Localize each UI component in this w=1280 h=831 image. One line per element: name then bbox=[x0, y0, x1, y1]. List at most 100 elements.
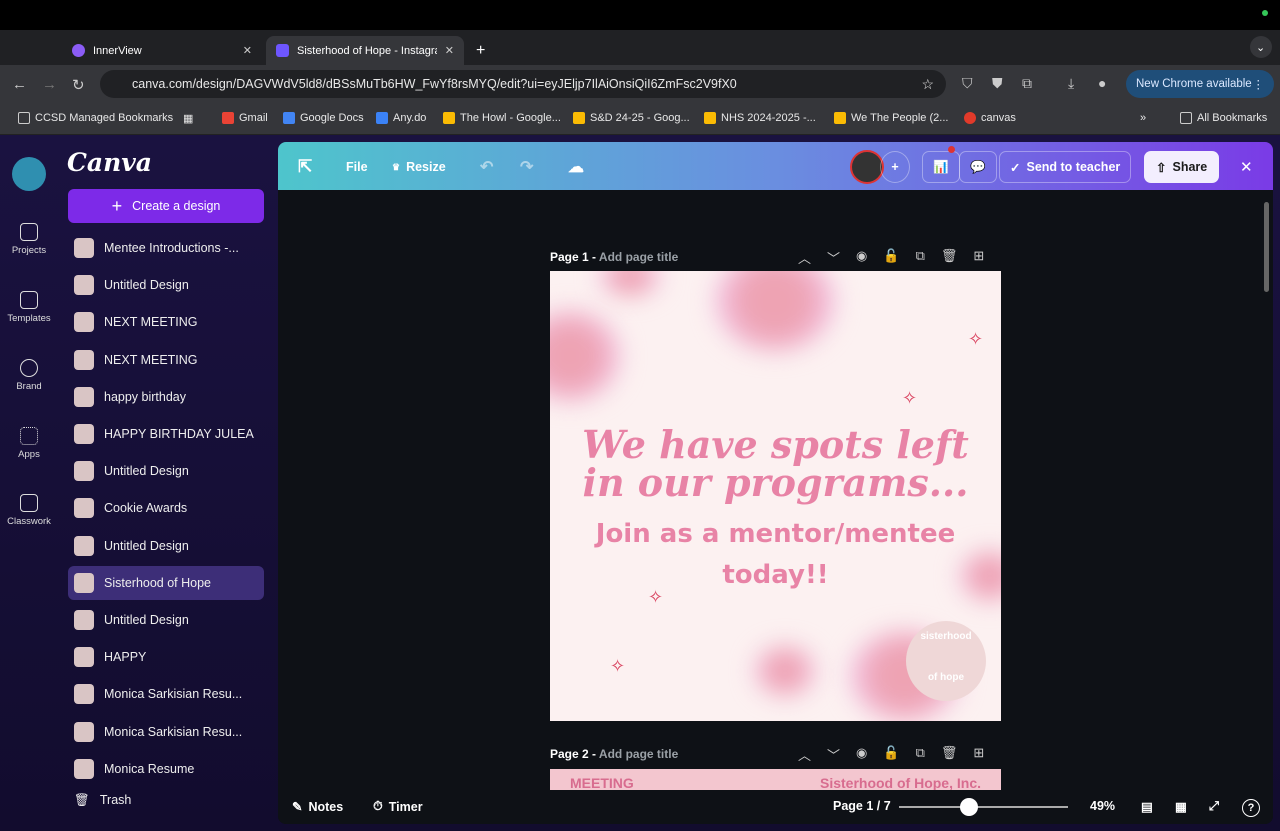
zoom-slider-handle[interactable] bbox=[960, 798, 978, 816]
zoom-level[interactable]: 49% bbox=[1090, 799, 1115, 813]
notes-button[interactable]: ✎ Notes bbox=[292, 799, 343, 815]
delete-icon[interactable]: 🗑 bbox=[941, 745, 958, 764]
design-thumbnail bbox=[74, 461, 94, 482]
more-bookmarks-icon[interactable]: » bbox=[1140, 112, 1146, 124]
more-menu-icon[interactable]: ⋮ bbox=[1253, 77, 1265, 91]
design-list-item[interactable]: Untitled Design bbox=[68, 268, 264, 302]
grid-view-icon[interactable]: ▤ bbox=[1141, 799, 1153, 814]
move-down-icon[interactable]: ﹀ bbox=[827, 248, 840, 267]
add-page-icon[interactable]: ⊞ bbox=[973, 745, 984, 764]
move-up-icon[interactable]: ︿ bbox=[798, 248, 811, 267]
brave-shield-icon[interactable]: ⛊ bbox=[992, 75, 1003, 92]
design-list-item[interactable]: Untitled Design bbox=[68, 603, 264, 637]
send-to-teacher-button[interactable]: ✓ Send to teacher bbox=[999, 151, 1132, 183]
bookmark-ccsd[interactable]: CCSD Managed Bookmarks bbox=[18, 112, 173, 124]
duplicate-icon[interactable]: ⧉ bbox=[916, 248, 925, 267]
delete-icon[interactable]: 🗑 bbox=[941, 248, 958, 267]
collaborator-avatar[interactable] bbox=[850, 150, 884, 184]
bookmark-nhs[interactable]: NHS 2024-2025 -... bbox=[704, 112, 816, 124]
tab-search-chevron-icon[interactable]: ⌄ bbox=[1250, 36, 1272, 58]
bookmark-anydo[interactable]: Any.do bbox=[376, 112, 426, 124]
bookmark-gmail[interactable]: Gmail bbox=[222, 112, 268, 124]
comment-icon[interactable]: 💬 bbox=[959, 151, 997, 183]
design-title: HAPPY BIRTHDAY JULEA bbox=[104, 427, 254, 441]
help-icon[interactable]: ? bbox=[1242, 799, 1260, 817]
open-external-icon[interactable]: ⇱ bbox=[298, 151, 312, 183]
new-chrome-button[interactable]: New Chrome available ⋮ bbox=[1126, 70, 1274, 98]
design-list-item[interactable]: HAPPY bbox=[68, 640, 264, 674]
add-page-icon[interactable]: ⊞ bbox=[973, 248, 984, 267]
rail-templates[interactable]: Templates bbox=[0, 291, 58, 324]
profile-avatar[interactable]: ● bbox=[1098, 75, 1106, 91]
canva-logo[interactable]: Canva bbox=[67, 148, 152, 177]
file-menu[interactable]: File bbox=[346, 151, 368, 183]
close-tab-icon[interactable]: ✕ bbox=[445, 44, 454, 57]
all-bookmarks[interactable]: All Bookmarks bbox=[1180, 112, 1267, 124]
page-1-title[interactable]: Page 1 - Add page title bbox=[550, 250, 678, 264]
fullscreen-icon[interactable]: ⤢ bbox=[1209, 799, 1219, 814]
apps-grid-icon[interactable]: ▦ bbox=[183, 112, 193, 125]
lock-icon[interactable]: 🔓 bbox=[883, 745, 899, 764]
resize-button[interactable]: ♛ Resize bbox=[392, 151, 446, 183]
new-tab-button[interactable]: + bbox=[466, 36, 495, 65]
hide-icon[interactable]: ◉ bbox=[856, 248, 867, 267]
page-indicator[interactable]: Page 1 / 7 bbox=[833, 799, 891, 813]
bookmark-we-the-people[interactable]: We The People (2... bbox=[834, 112, 948, 124]
lock-icon[interactable]: 🔓 bbox=[883, 248, 899, 267]
design-list-item[interactable]: Monica Sarkisian Resu... bbox=[68, 677, 264, 711]
rail-apps[interactable]: Apps bbox=[0, 427, 58, 460]
back-icon[interactable]: ← bbox=[12, 76, 27, 93]
design-list-item[interactable]: Monica Resume bbox=[68, 752, 264, 786]
trash-item[interactable]: 🗑 Trash bbox=[68, 783, 264, 817]
rail-classwork[interactable]: Classwork bbox=[0, 494, 58, 527]
share-button[interactable]: ⇧ Share bbox=[1144, 151, 1220, 183]
create-design-button[interactable]: + Create a design bbox=[68, 189, 264, 223]
bookmark-howl[interactable]: The Howl - Google... bbox=[443, 112, 561, 124]
design-list-item[interactable]: Sisterhood of Hope bbox=[68, 565, 264, 600]
design-list-item[interactable]: happy birthday bbox=[68, 380, 264, 414]
design-list-item[interactable]: NEXT MEETING bbox=[68, 343, 264, 377]
cloud-saved-icon[interactable]: ☁ bbox=[568, 151, 584, 183]
thumbnail-view-icon[interactable]: ▦ bbox=[1175, 799, 1187, 814]
design-list-item[interactable]: HAPPY BIRTHDAY JULEA bbox=[68, 417, 264, 451]
hide-icon[interactable]: ◉ bbox=[856, 745, 867, 764]
design-list-item[interactable]: Mentee Introductions -... bbox=[68, 231, 264, 265]
close-editor-icon[interactable]: ✕ bbox=[1240, 151, 1253, 183]
undo-icon[interactable]: ↶ bbox=[480, 151, 493, 183]
bookmark-sd[interactable]: S&D 24-25 - Goog... bbox=[573, 112, 690, 124]
page-1-canvas[interactable]: ✧ ✧ ✧ ✧ We have spots left in our progra… bbox=[550, 271, 1001, 721]
design-list-item[interactable]: Cookie Awards bbox=[68, 491, 264, 525]
move-up-icon[interactable]: ︿ bbox=[798, 745, 811, 764]
tab-innerview[interactable]: InnerView ✕ bbox=[62, 36, 262, 65]
download-icon[interactable]: ⤓ bbox=[1068, 75, 1074, 92]
add-collaborator-icon[interactable]: + bbox=[880, 151, 910, 183]
page-2-canvas[interactable]: MEETING Sisterhood of Hope, Inc. bbox=[550, 769, 1001, 791]
zoom-slider[interactable] bbox=[899, 806, 1068, 808]
url-input[interactable]: canva.com/design/DAGVWdV5ld8/dBSsMuTb6HW… bbox=[100, 70, 946, 98]
rail-projects[interactable]: Projects bbox=[0, 223, 58, 256]
extensions-puzzle-icon[interactable]: ⧉ bbox=[1022, 75, 1032, 92]
analytics-icon[interactable]: 📊 bbox=[922, 151, 960, 183]
design-list-item[interactable]: Untitled Design bbox=[68, 454, 264, 488]
close-tab-icon[interactable]: ✕ bbox=[243, 44, 252, 57]
duplicate-icon[interactable]: ⧉ bbox=[916, 745, 925, 764]
home-avatar[interactable] bbox=[0, 157, 58, 191]
reload-icon[interactable]: ↻ bbox=[72, 76, 85, 94]
design-list-item[interactable]: NEXT MEETING bbox=[68, 305, 264, 339]
rail-brand[interactable]: Brand bbox=[0, 359, 58, 392]
extension-shield-icon[interactable]: ⛉ bbox=[962, 75, 973, 92]
vertical-scrollbar[interactable] bbox=[1264, 202, 1269, 292]
bookmark-canvas[interactable]: canvas bbox=[964, 112, 1016, 124]
page-title-placeholder[interactable]: Add page title bbox=[599, 250, 678, 264]
design-list-item[interactable]: Untitled Design bbox=[68, 529, 264, 563]
timer-button[interactable]: ⏱ Timer bbox=[373, 799, 423, 814]
page-title-placeholder[interactable]: Add page title bbox=[599, 747, 678, 761]
forward-icon[interactable]: → bbox=[42, 76, 57, 93]
page-2-title[interactable]: Page 2 - Add page title bbox=[550, 747, 678, 761]
design-list-item[interactable]: Monica Sarkisian Resu... bbox=[68, 715, 264, 749]
redo-icon[interactable]: ↷ bbox=[520, 151, 533, 183]
bookmark-google-docs[interactable]: Google Docs bbox=[283, 112, 364, 124]
move-down-icon[interactable]: ﹀ bbox=[827, 745, 840, 764]
star-icon[interactable]: ☆ bbox=[921, 76, 934, 93]
tab-sisterhood[interactable]: Sisterhood of Hope - Instagra ✕ bbox=[266, 36, 464, 65]
